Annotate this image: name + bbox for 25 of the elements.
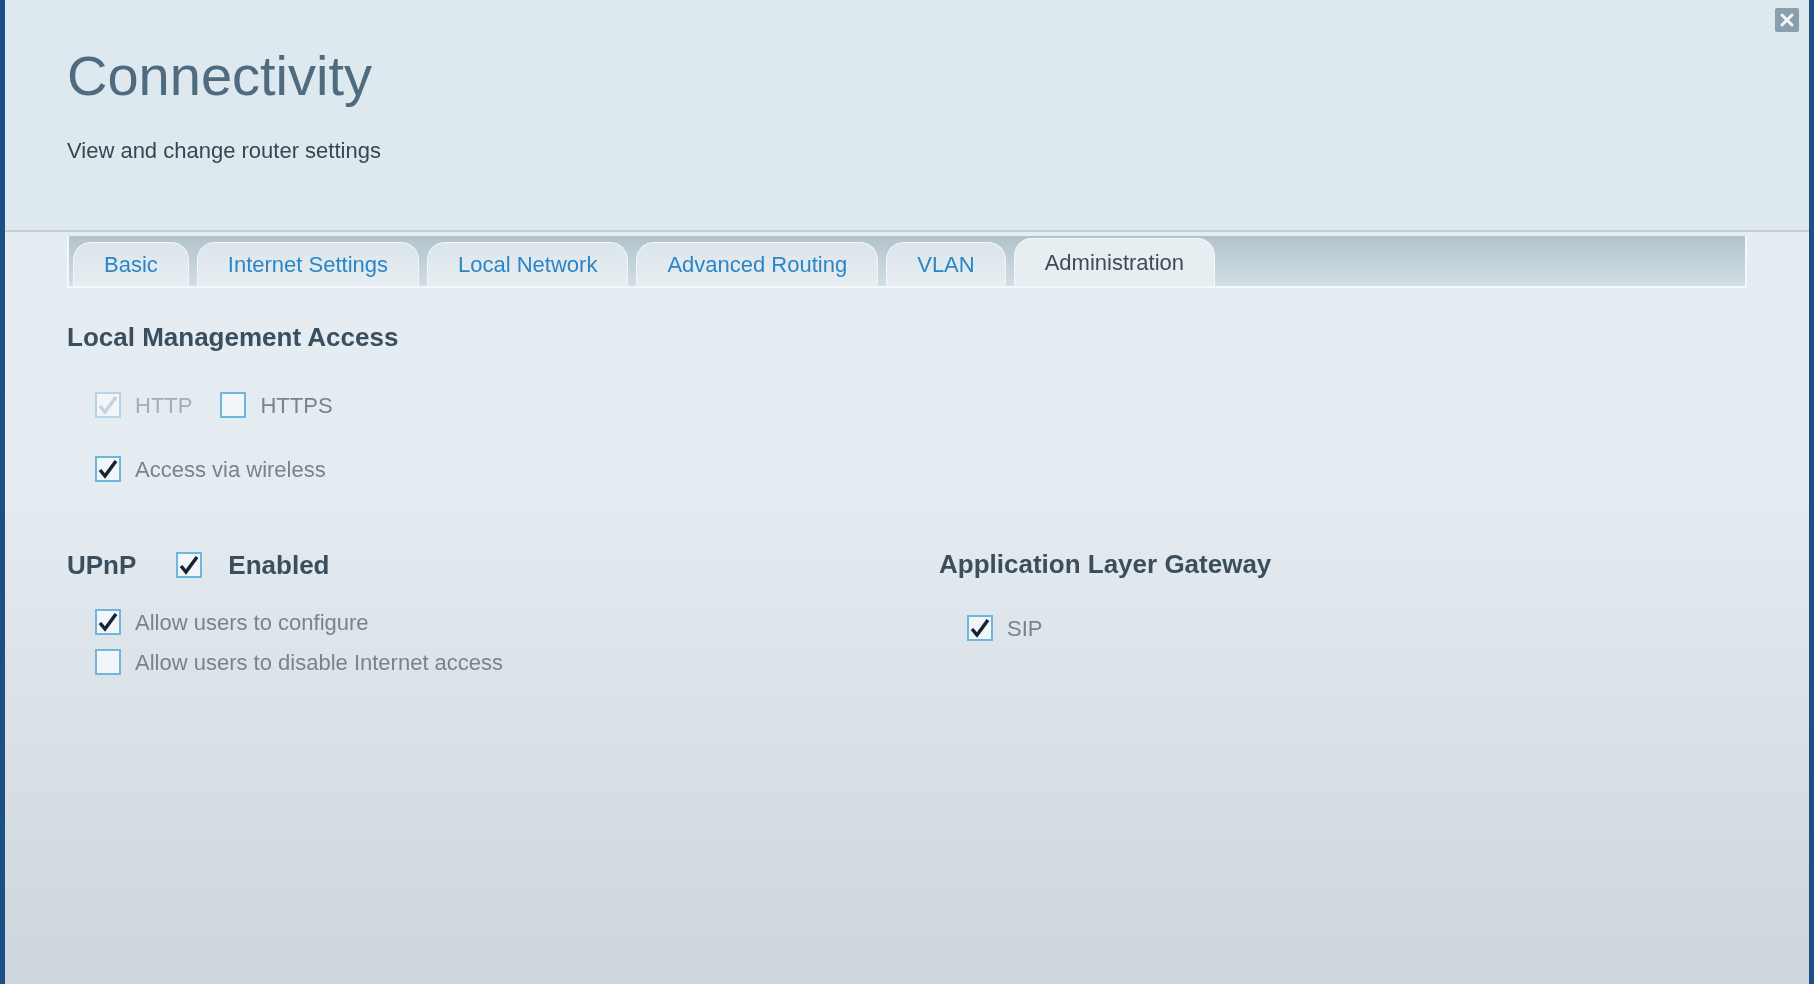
checkbox-label: Access via wireless [135, 455, 326, 484]
page-subtitle: View and change router settings [67, 137, 381, 165]
tab[interactable]: VLAN [886, 242, 1006, 286]
checkbox-label: HTTP [135, 391, 193, 420]
tab[interactable]: Basic [73, 242, 189, 286]
section-heading: UPnP [67, 548, 137, 582]
checkbox[interactable] [176, 552, 203, 578]
tab[interactable]: Advanced Routing [636, 242, 879, 286]
checkbox-label: HTTPS [260, 391, 333, 420]
checkbox[interactable] [220, 392, 247, 418]
checkbox-label: Enabled [228, 548, 330, 582]
checkbox-label: SIP [1007, 614, 1043, 643]
section-heading: Local Management Access [67, 321, 399, 354]
tab[interactable]: Administration [1013, 238, 1216, 286]
checkbox[interactable] [95, 609, 121, 635]
checkbox[interactable] [95, 649, 121, 675]
checkbox[interactable] [95, 456, 121, 482]
tab[interactable]: Internet Settings [196, 242, 419, 286]
close-icon [1779, 12, 1795, 28]
section-heading: Application Layer Gateway [939, 548, 1272, 581]
checkbox-label: Allow users to configure [135, 608, 369, 637]
checkbox[interactable] [967, 615, 993, 641]
tab[interactable]: Local Network [427, 242, 629, 286]
checkbox-label: Allow users to disable Internet access [135, 648, 504, 677]
close-button[interactable] [1775, 8, 1799, 32]
